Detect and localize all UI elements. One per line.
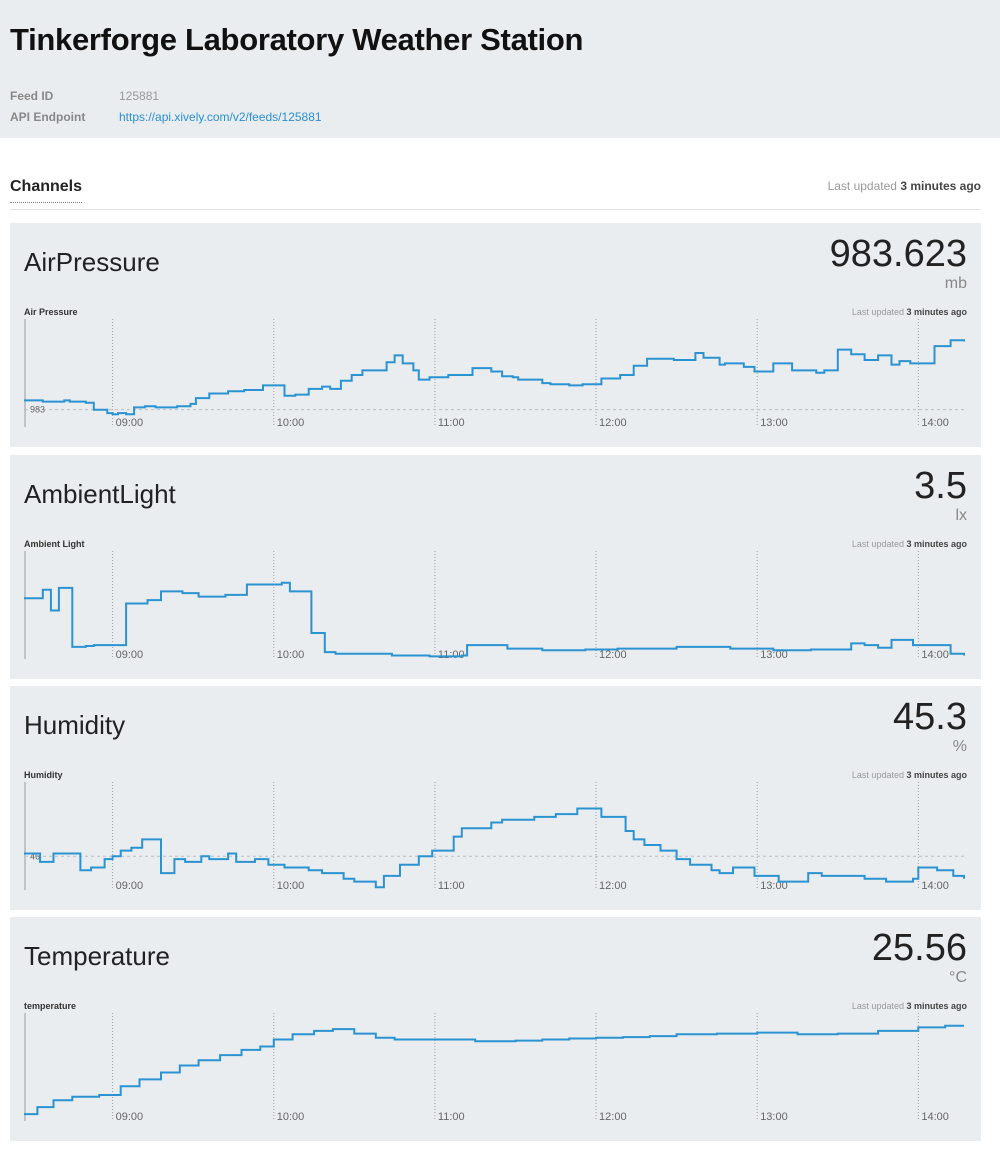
channel-graph[interactable]: 09:00 10:00 11:00 12:00 13:00 14:00	[24, 551, 967, 671]
channel-name[interactable]: AmbientLight	[24, 479, 176, 510]
x-tick-label: 09:00	[116, 880, 144, 892]
feed-id-value: 125881	[119, 88, 160, 103]
channel-name[interactable]: Temperature	[24, 941, 170, 972]
graph-last-updated: Last updated 3 minutes ago	[852, 539, 967, 549]
channel-graph[interactable]: 09:00 10:00 11:00 12:00 13:00 14:0046	[24, 782, 967, 902]
channel-unit: °C	[949, 969, 967, 986]
feed-title: Tinkerforge Laboratory Weather Station	[10, 22, 584, 57]
x-tick-label: 10:00	[277, 649, 305, 661]
channel-unit: %	[952, 738, 967, 755]
channels-last-updated: Last updated 3 minutes ago	[828, 179, 981, 193]
x-tick-label: 10:00	[277, 880, 305, 892]
y-reference-label: 983	[30, 405, 45, 415]
feed-id-row: Feed ID 125881	[10, 85, 322, 106]
x-tick-label: 14:00	[921, 417, 949, 429]
channel-name[interactable]: AirPressure	[24, 247, 160, 278]
x-tick-label: 13:00	[760, 417, 788, 429]
channels-updated-prefix: Last updated	[827, 179, 897, 193]
channel-name[interactable]: Humidity	[24, 710, 125, 741]
data-series-line	[24, 807, 965, 889]
graph-last-updated: Last updated 3 minutes ago	[852, 770, 967, 780]
graph-updated-prefix: Last updated	[851, 539, 904, 549]
channel-unit: lx	[955, 507, 967, 524]
graph-updated-prefix: Last updated	[851, 307, 904, 317]
x-tick-label: 11:00	[438, 649, 465, 661]
channel-current-value: 3.5	[914, 465, 967, 507]
x-tick-label: 10:00	[277, 417, 305, 429]
api-endpoint-link[interactable]: https://api.xively.com/v2/feeds/125881	[119, 110, 322, 124]
x-tick-label: 11:00	[438, 880, 465, 892]
graph-updated-value: 3 minutes ago	[906, 1001, 967, 1011]
x-tick-label: 10:00	[277, 1111, 305, 1123]
channel-graph[interactable]: 09:00 10:00 11:00 12:00 13:00 14:00 983	[24, 319, 967, 439]
channel-card-ambientlight[interactable]: AmbientLight 3.5 lx Ambient Light Last updat…	[10, 455, 981, 679]
x-tick-label: 14:00	[921, 1111, 949, 1123]
channel-unit: mb	[944, 275, 967, 292]
graph-updated-value: 3 minutes ago	[906, 539, 967, 549]
graph-label: Ambient Light	[24, 539, 85, 549]
data-series-line	[24, 1024, 964, 1116]
x-tick-label: 13:00	[760, 1111, 788, 1123]
api-endpoint-label: API Endpoint	[10, 109, 86, 124]
graph-updated-value: 3 minutes ago	[906, 307, 967, 317]
channel-current-value: 45.3	[893, 696, 967, 738]
graph-updated-value: 3 minutes ago	[906, 770, 967, 780]
graph-label: Air Pressure	[24, 307, 78, 317]
x-tick-label: 14:00	[921, 649, 949, 661]
graph-updated-prefix: Last updated	[851, 770, 904, 780]
x-tick-label: 11:00	[438, 1111, 465, 1123]
graph-label: temperature	[24, 1001, 77, 1011]
feed-meta: Feed ID 125881 API Endpoint https://api.…	[10, 85, 322, 127]
channel-card-airpressure[interactable]: AirPressure 983.623 mb Air Pressure Last upd…	[10, 223, 981, 447]
x-tick-label: 11:00	[438, 417, 465, 429]
feed-id-label: Feed ID	[10, 88, 54, 103]
x-tick-label: 14:00	[921, 880, 949, 892]
channel-current-value: 983.623	[829, 233, 967, 275]
channels-title: Channels	[10, 178, 83, 203]
x-tick-label: 12:00	[599, 880, 627, 892]
channels-section-header: Channels Last updated 3 minutes ago	[10, 172, 981, 210]
data-series-line	[24, 581, 965, 658]
channel-card-temperature[interactable]: Temperature 25.56 °C temperature Last update…	[10, 917, 981, 1141]
graph-last-updated: Last updated 3 minutes ago	[852, 307, 967, 317]
x-tick-label: 12:00	[599, 1111, 627, 1123]
feed-header: Tinkerforge Laboratory Weather Station F…	[0, 0, 1000, 138]
x-tick-label: 12:00	[599, 417, 627, 429]
x-tick-label: 12:00	[599, 649, 627, 661]
channel-graph[interactable]: 09:00 10:00 11:00 12:00 13:00 14:00	[24, 1013, 967, 1133]
channel-card-humidity[interactable]: Humidity 45.3% Humidity Last updated 3 minu…	[10, 686, 981, 910]
x-tick-label: 09:00	[116, 649, 144, 661]
channels-updated-value: 3 minutes ago	[900, 179, 981, 193]
channel-current-value: 25.56	[871, 927, 967, 969]
x-tick-label: 09:00	[116, 1111, 144, 1123]
graph-last-updated: Last updated 3 minutes ago	[852, 1001, 967, 1011]
x-tick-label: 09:00	[116, 417, 144, 429]
api-endpoint-row: API Endpoint https://api.xively.com/v2/f…	[10, 106, 322, 127]
graph-label: Humidity	[24, 770, 63, 780]
data-series-line	[24, 339, 965, 416]
graph-updated-prefix: Last updated	[851, 1001, 904, 1011]
